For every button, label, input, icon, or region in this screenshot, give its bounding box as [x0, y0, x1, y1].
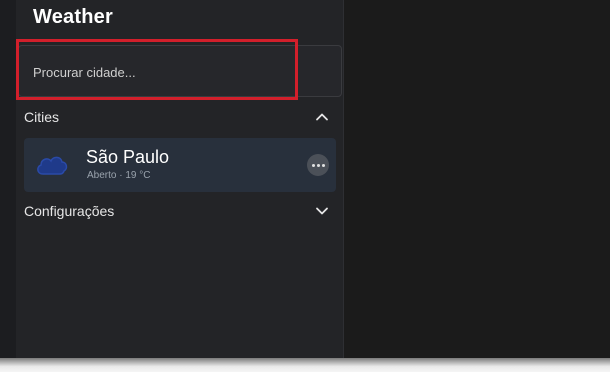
main-content-area: [344, 0, 610, 358]
cities-section-header[interactable]: Cities: [24, 107, 330, 127]
more-options-button[interactable]: [307, 154, 329, 176]
cloud-icon: [34, 150, 70, 180]
more-dot: [321, 163, 325, 167]
city-status: Aberto · 19 °C: [87, 170, 151, 181]
city-name: São Paulo: [86, 147, 170, 167]
settings-section-label: Configurações: [24, 203, 115, 219]
cities-section-label: Cities: [24, 109, 60, 125]
chevron-down-icon[interactable]: [314, 203, 330, 219]
search-input[interactable]: [33, 62, 313, 82]
sidebar: Weather Cities São Paulo Aberto · 19 °C: [0, 0, 344, 358]
settings-section-header[interactable]: Configurações: [24, 201, 330, 221]
city-list-item[interactable]: São Paulo Aberto · 19 °C: [24, 138, 336, 192]
window-shadow: [0, 358, 610, 372]
chevron-up-icon[interactable]: [314, 109, 330, 125]
more-dot: [311, 163, 315, 167]
app-window: Weather Cities São Paulo Aberto · 19 °C: [0, 0, 610, 358]
more-dot: [316, 163, 320, 167]
app-title: Weather: [33, 6, 113, 28]
window-edge: [0, 0, 16, 358]
search-box[interactable]: [18, 45, 342, 97]
